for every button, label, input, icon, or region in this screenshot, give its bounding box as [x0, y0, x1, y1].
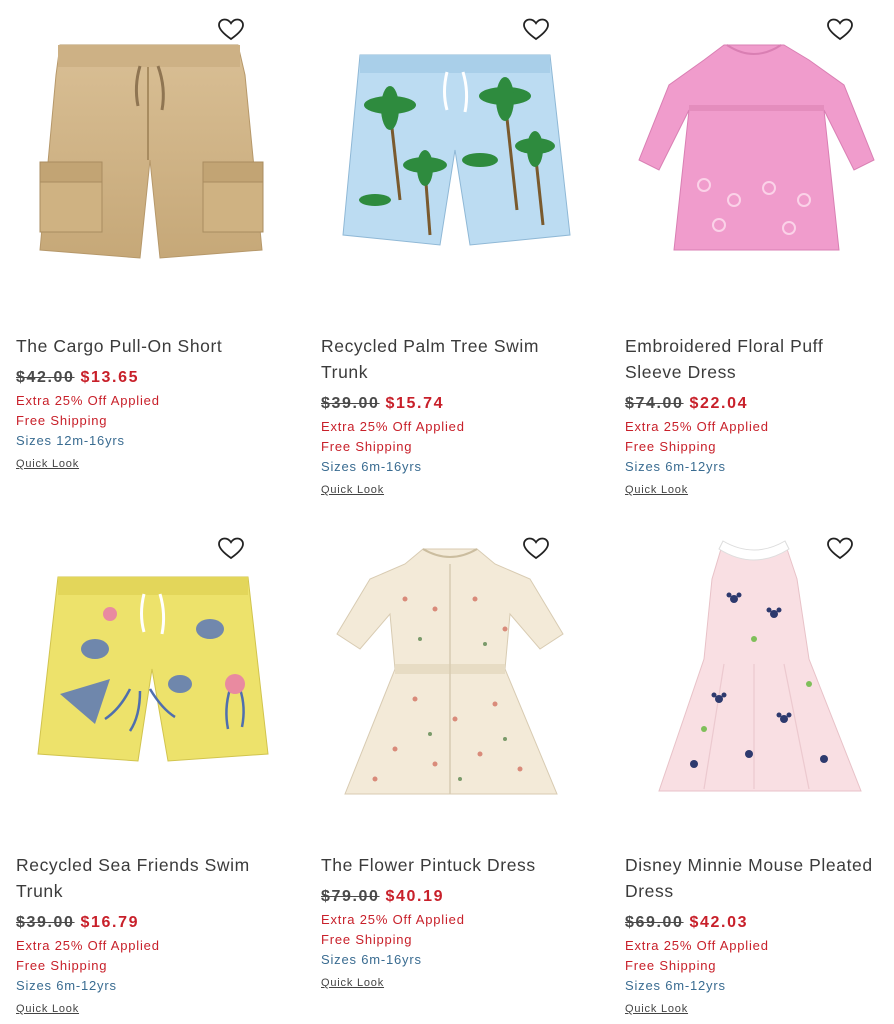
- promo-text: Extra 25% Off Applied: [16, 393, 160, 408]
- sizes-text: Sizes 12m-16yrs: [16, 433, 125, 448]
- original-price: $69.00: [625, 914, 684, 931]
- product-image-area[interactable]: [0, 519, 290, 839]
- product-image[interactable]: [0, 0, 290, 320]
- original-price: $39.00: [321, 395, 380, 412]
- product-image-area[interactable]: [0, 0, 290, 320]
- sizes-text: Sizes 6m-12yrs: [625, 459, 726, 474]
- product-title[interactable]: Embroidered Floral Puff Sleeve Dress: [625, 333, 885, 385]
- shipping-text: Free Shipping: [625, 439, 717, 454]
- promo-text: Extra 25% Off Applied: [321, 419, 465, 434]
- sale-price: $15.74: [385, 395, 445, 412]
- heart-icon[interactable]: [523, 18, 549, 42]
- sale-price: $22.04: [689, 395, 749, 412]
- product-card-floral-puff-dress[interactable]: Embroidered Floral Puff Sleeve Dress $74…: [609, 0, 894, 496]
- promo-text: Extra 25% Off Applied: [16, 938, 160, 953]
- quick-look-link[interactable]: Quick Look: [16, 458, 79, 470]
- original-price: $74.00: [625, 395, 684, 412]
- product-title[interactable]: The Flower Pintuck Dress: [321, 852, 581, 878]
- product-title[interactable]: Recycled Sea Friends Swim Trunk: [16, 852, 276, 904]
- price-row: $39.00 $15.74: [321, 391, 591, 417]
- original-price: $42.00: [16, 369, 75, 386]
- product-info: $42.00 $13.65 Extra 25% Off Applied Free …: [16, 365, 286, 472]
- product-card-minnie-mouse-dress[interactable]: Disney Minnie Mouse Pleated Dress $69.00…: [609, 519, 894, 1015]
- product-card-flower-pintuck-dress[interactable]: The Flower Pintuck Dress $79.00 $40.19 Ex…: [305, 519, 595, 989]
- heart-icon[interactable]: [523, 537, 549, 561]
- price-row: $74.00 $22.04: [625, 391, 894, 417]
- product-image-area[interactable]: [609, 0, 894, 320]
- product-image[interactable]: [609, 519, 894, 839]
- heart-icon[interactable]: [827, 18, 853, 42]
- sizes-text: Sizes 6m-16yrs: [321, 952, 422, 967]
- promo-text: Extra 25% Off Applied: [625, 938, 769, 953]
- quick-look-link[interactable]: Quick Look: [16, 1003, 79, 1015]
- price-row: $42.00 $13.65: [16, 365, 286, 391]
- product-title[interactable]: The Cargo Pull-On Short: [16, 333, 276, 359]
- product-info: $79.00 $40.19 Extra 25% Off Applied Free …: [321, 884, 591, 991]
- product-image-area[interactable]: [305, 519, 595, 839]
- product-image[interactable]: [0, 519, 290, 839]
- product-info: $69.00 $42.03 Extra 25% Off Applied Free …: [625, 910, 894, 1017]
- sizes-text: Sizes 6m-12yrs: [625, 978, 726, 993]
- original-price: $39.00: [16, 914, 75, 931]
- heart-icon[interactable]: [218, 18, 244, 42]
- product-card-palm-tree-trunk[interactable]: Recycled Palm Tree Swim Trunk $39.00 $15.…: [305, 0, 595, 496]
- product-image-area[interactable]: [305, 0, 595, 320]
- promo-text: Extra 25% Off Applied: [321, 912, 465, 927]
- quick-look-link[interactable]: Quick Look: [625, 484, 688, 496]
- sizes-text: Sizes 6m-16yrs: [321, 459, 422, 474]
- promo-text: Extra 25% Off Applied: [625, 419, 769, 434]
- heart-icon[interactable]: [827, 537, 853, 561]
- product-image[interactable]: [609, 0, 894, 320]
- product-image-area[interactable]: [609, 519, 894, 839]
- product-title[interactable]: Recycled Palm Tree Swim Trunk: [321, 333, 581, 385]
- product-card-cargo-short[interactable]: The Cargo Pull-On Short $42.00 $13.65 Ext…: [0, 0, 290, 470]
- product-info: $39.00 $16.79 Extra 25% Off Applied Free …: [16, 910, 286, 1017]
- product-card-sea-friends-trunk[interactable]: Recycled Sea Friends Swim Trunk $39.00 $1…: [0, 519, 290, 1015]
- sale-price: $16.79: [80, 914, 140, 931]
- sizes-text: Sizes 6m-12yrs: [16, 978, 117, 993]
- sale-price: $13.65: [80, 369, 140, 386]
- shipping-text: Free Shipping: [16, 958, 108, 973]
- shipping-text: Free Shipping: [16, 413, 108, 428]
- quick-look-link[interactable]: Quick Look: [321, 484, 384, 496]
- price-row: $69.00 $42.03: [625, 910, 894, 936]
- original-price: $79.00: [321, 888, 380, 905]
- product-image[interactable]: [305, 0, 595, 320]
- product-image[interactable]: [305, 519, 595, 839]
- shipping-text: Free Shipping: [625, 958, 717, 973]
- price-row: $79.00 $40.19: [321, 884, 591, 910]
- product-title[interactable]: Disney Minnie Mouse Pleated Dress: [625, 852, 885, 904]
- shipping-text: Free Shipping: [321, 439, 413, 454]
- product-info: $39.00 $15.74 Extra 25% Off Applied Free …: [321, 391, 591, 498]
- sale-price: $42.03: [689, 914, 749, 931]
- quick-look-link[interactable]: Quick Look: [625, 1003, 688, 1015]
- shipping-text: Free Shipping: [321, 932, 413, 947]
- product-info: $74.00 $22.04 Extra 25% Off Applied Free …: [625, 391, 894, 498]
- quick-look-link[interactable]: Quick Look: [321, 977, 384, 989]
- price-row: $39.00 $16.79: [16, 910, 286, 936]
- sale-price: $40.19: [385, 888, 445, 905]
- heart-icon[interactable]: [218, 537, 244, 561]
